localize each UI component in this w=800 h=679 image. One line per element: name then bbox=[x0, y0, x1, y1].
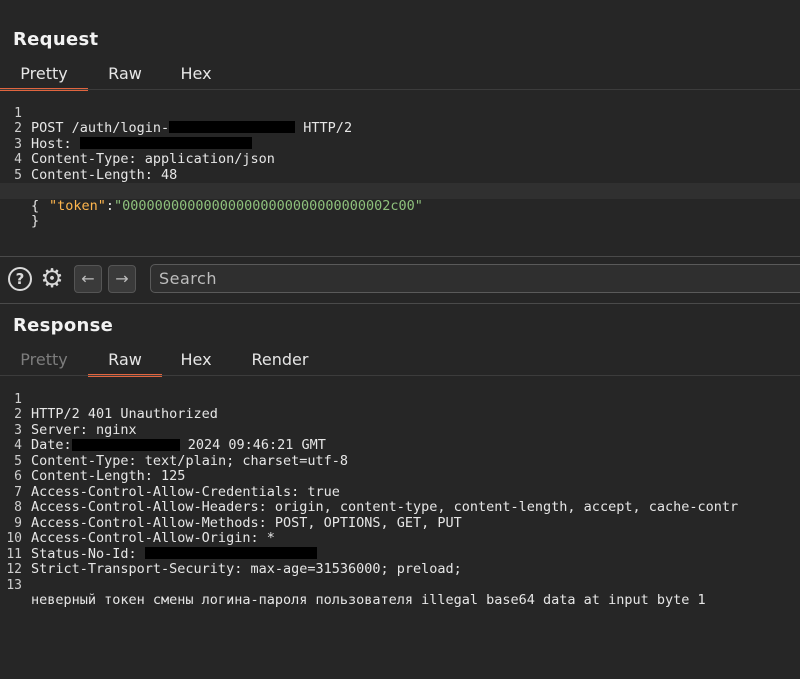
tab-hex[interactable]: Hex bbox=[168, 60, 224, 88]
line-number: 13 bbox=[6, 577, 22, 593]
arrow-right-icon[interactable]: → bbox=[108, 265, 136, 293]
arrow-left-icon[interactable]: ← bbox=[74, 265, 102, 293]
response-line: 2 Server: nginx bbox=[0, 392, 800, 437]
response-line: 6 Access-Control-Allow-Credentials: true bbox=[0, 454, 800, 499]
request-line: } bbox=[0, 199, 800, 228]
request-line: 1 POST /auth/login- HTTP/2 bbox=[0, 90, 800, 136]
response-title: Response bbox=[13, 315, 114, 336]
request-line: 2 Host: bbox=[0, 106, 800, 151]
tab-pretty[interactable]: Pretty bbox=[0, 346, 88, 374]
panel-divider bbox=[0, 256, 800, 257]
response-line: 4 Content-Type: text/plain; charset=utf-… bbox=[0, 423, 800, 468]
response-tabs: Pretty Raw Hex Render bbox=[0, 346, 800, 377]
request-line: 3 Content-Type: application/json bbox=[0, 121, 800, 167]
request-line: 6 { bbox=[0, 168, 800, 213]
response-line: 12 bbox=[0, 547, 800, 577]
tab-render[interactable]: Render bbox=[238, 346, 322, 374]
gear-icon[interactable]: ⚙ bbox=[38, 265, 66, 293]
search-input[interactable] bbox=[150, 264, 800, 293]
request-line: 5 bbox=[0, 152, 800, 183]
tab-hex[interactable]: Hex bbox=[168, 346, 224, 374]
response-line: 11 Strict-Transport-Security: max-age=31… bbox=[0, 531, 800, 577]
response-line: 5 Content-Length: 125 bbox=[0, 438, 800, 484]
response-body: неверный токен смены логина-пароля польз… bbox=[31, 592, 706, 608]
response-line: 10 Status-No-Id: bbox=[0, 516, 800, 561]
request-line-highlighted: "token":"0000000000000000000000000000000… bbox=[0, 183, 800, 213]
response-line: 13 неверный токен смены логина-пароля по… bbox=[0, 562, 800, 608]
panel-divider bbox=[0, 303, 800, 304]
request-toolbar: ? ⚙ ← → bbox=[0, 259, 800, 299]
request-editor[interactable]: 1 POST /auth/login- HTTP/2 2 Host: 3 Con… bbox=[0, 90, 800, 229]
tab-raw[interactable]: Raw bbox=[88, 346, 162, 377]
response-line: 1 HTTP/2 401 Unauthorized bbox=[0, 376, 800, 422]
request-title: Request bbox=[13, 29, 99, 50]
request-tabs: Pretty Raw Hex bbox=[0, 60, 800, 91]
tab-pretty[interactable]: Pretty bbox=[0, 60, 88, 91]
help-icon[interactable]: ? bbox=[8, 267, 32, 291]
tab-raw[interactable]: Raw bbox=[96, 60, 154, 88]
response-line: 8 Access-Control-Allow-Methods: POST, OP… bbox=[0, 485, 800, 530]
response-line: 3 Date: 2024 09:46:21 GMT bbox=[0, 407, 800, 453]
response-line: 7 Access-Control-Allow-Headers: origin, … bbox=[0, 469, 800, 515]
response-editor[interactable]: 1 HTTP/2 401 Unauthorized 2 Server: ngin… bbox=[0, 376, 800, 608]
response-line: 9 Access-Control-Allow-Origin: * bbox=[0, 500, 800, 546]
request-line: 4 Content-Length: 48 bbox=[0, 137, 800, 182]
json-brace-close: } bbox=[31, 213, 40, 229]
